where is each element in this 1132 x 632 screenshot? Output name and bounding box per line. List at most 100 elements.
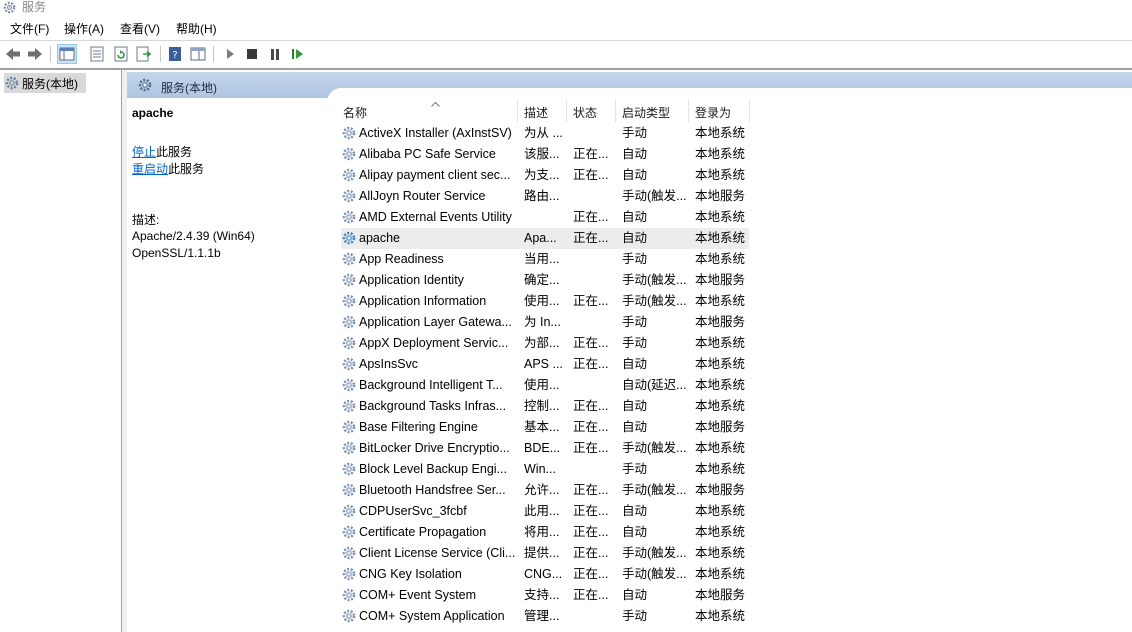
- service-row[interactable]: Alipay payment client sec... 为支... 正在... 自动…: [341, 165, 749, 186]
- service-row[interactable]: Application Information 使用... 正在... 手动(触发..…: [341, 291, 749, 312]
- refresh-icon[interactable]: [112, 45, 130, 63]
- service-status-cell: 正在...: [573, 525, 609, 539]
- service-name-cell: ActiveX Installer (AxInstSV): [359, 126, 512, 140]
- show-hide-icon[interactable]: [189, 45, 207, 63]
- service-status-cell: 正在...: [573, 168, 609, 182]
- menu-action[interactable]: 操作(A): [64, 22, 104, 36]
- service-startup-type-cell: 手动: [622, 126, 648, 140]
- service-startup-type-cell: 自动: [622, 147, 648, 161]
- service-status-cell: 正在...: [573, 546, 609, 560]
- service-name-cell: Block Level Backup Engi...: [359, 462, 507, 476]
- service-startup-type-cell: 手动(触发...: [622, 483, 687, 497]
- service-log-on-as-cell: 本地系统: [695, 546, 746, 560]
- service-row[interactable]: Base Filtering Engine 基本... 正在... 自动 本地服务: [341, 417, 749, 438]
- service-log-on-as-cell: 本地系统: [695, 336, 746, 350]
- column-header-status[interactable]: 状态: [567, 98, 615, 122]
- service-startup-type-cell: 手动(触发...: [622, 567, 687, 581]
- service-row[interactable]: Alibaba PC Safe Service 该服... 正在... 自动 本地系统: [341, 144, 749, 165]
- service-status-cell: 正在...: [573, 147, 609, 161]
- service-log-on-as-cell: 本地系统: [695, 441, 746, 455]
- service-status-cell: 正在...: [573, 210, 609, 224]
- help-icon[interactable]: ?: [166, 45, 184, 63]
- stop-service-link[interactable]: 停止: [132, 145, 156, 159]
- service-row[interactable]: ActiveX Installer (AxInstSV) 为从 ... 手动 本地系统: [341, 123, 749, 144]
- service-startup-type-cell: 手动(触发...: [622, 546, 687, 560]
- service-name-cell: Alipay payment client sec...: [359, 168, 511, 182]
- service-row[interactable]: COM+ Event System 支持... 正在... 自动 本地服务: [341, 585, 749, 606]
- service-gear-icon: [341, 146, 357, 162]
- menu-view[interactable]: 查看(V): [120, 22, 160, 36]
- title-bar: 服务: [0, 0, 1132, 17]
- service-description-cell: 为支...: [524, 168, 560, 182]
- service-log-on-as-cell: 本地系统: [695, 525, 746, 539]
- service-row[interactable]: Background Intelligent T... 使用... 自动(延迟...…: [341, 375, 749, 396]
- pause-icon[interactable]: [266, 45, 284, 63]
- start-icon[interactable]: [221, 45, 239, 63]
- service-log-on-as-cell: 本地服务: [695, 189, 746, 203]
- service-row[interactable]: BitLocker Drive Encryptio... BDE... 正在... 手…: [341, 438, 749, 459]
- service-row[interactable]: COM+ System Application 管理... 手动 本地系统: [341, 606, 749, 627]
- service-log-on-as-cell: 本地系统: [695, 294, 746, 308]
- column-header-name[interactable]: 名称: [337, 98, 517, 122]
- forward-arrow-icon[interactable]: [26, 45, 44, 63]
- service-row[interactable]: AMD External Events Utility 正在... 自动 本地系统: [341, 207, 749, 228]
- service-status-cell: 正在...: [573, 588, 609, 602]
- toolbar-separator: [50, 46, 51, 62]
- service-name-cell: Application Layer Gatewa...: [359, 315, 512, 329]
- back-arrow-icon[interactable]: [4, 45, 22, 63]
- service-status-cell: 正在...: [573, 504, 609, 518]
- service-name-cell: AppX Deployment Servic...: [359, 336, 509, 350]
- service-row[interactable]: App Readiness 当用... 手动 本地系统: [341, 249, 749, 270]
- service-description-cell: 确定...: [524, 273, 560, 287]
- service-row[interactable]: Bluetooth Handsfree Ser... 允许... 正在... 手动(触…: [341, 480, 749, 501]
- column-header-log-on-as[interactable]: 登录为: [689, 98, 749, 122]
- services-gear-icon: [5, 76, 19, 90]
- service-description-cell: 使用...: [524, 294, 560, 308]
- stop-icon[interactable]: [243, 45, 261, 63]
- column-header-description[interactable]: 描述: [518, 98, 566, 122]
- menu-file[interactable]: 文件(F): [10, 22, 49, 36]
- service-row[interactable]: Client License Service (Cli... 提供... 正在...…: [341, 543, 749, 564]
- service-name-cell: Application Identity: [359, 273, 464, 287]
- service-description-cell: 为 In...: [524, 315, 561, 329]
- service-name-cell: CDPUserSvc_3fcbf: [359, 504, 467, 518]
- column-divider[interactable]: [749, 100, 750, 122]
- service-startup-type-cell: 手动: [622, 462, 648, 476]
- properties-icon[interactable]: [88, 45, 106, 63]
- service-startup-type-cell: 手动: [622, 609, 648, 623]
- service-row[interactable]: apache Apa... 正在... 自动 本地系统: [341, 228, 749, 249]
- service-log-on-as-cell: 本地系统: [695, 567, 746, 581]
- service-status-cell: 正在...: [573, 441, 609, 455]
- column-header-startup-type[interactable]: 启动类型: [616, 98, 688, 122]
- service-row[interactable]: Block Level Backup Engi... Win... 手动 本地系统: [341, 459, 749, 480]
- service-row[interactable]: Certificate Propagation 将用... 正在... 自动 本地系统: [341, 522, 749, 543]
- service-gear-icon: [341, 188, 357, 204]
- service-row[interactable]: AllJoyn Router Service 路由... 手动(触发... 本地服务: [341, 186, 749, 207]
- restart-icon[interactable]: [289, 45, 307, 63]
- restart-service-line: 重启动此服务: [132, 160, 204, 177]
- service-row[interactable]: Background Tasks Infras... 控制... 正在... 自动 本地…: [341, 396, 749, 417]
- service-row[interactable]: CNG Key Isolation CNG... 正在... 手动(触发... 本地系统: [341, 564, 749, 585]
- service-row[interactable]: Application Layer Gatewa... 为 In... 手动 本地服务: [341, 312, 749, 333]
- restart-service-link[interactable]: 重启动: [132, 162, 168, 176]
- service-row[interactable]: ApsInsSvc APS ... 正在... 自动 本地系统: [341, 354, 749, 375]
- menu-help[interactable]: 帮助(H): [176, 22, 217, 36]
- service-description-cell: BDE...: [524, 441, 561, 455]
- service-row[interactable]: CDPUserSvc_3fcbf 此用... 正在... 自动 本地系统: [341, 501, 749, 522]
- tree-item-services-local[interactable]: 服务(本地): [4, 73, 86, 93]
- column-label: 名称: [343, 106, 368, 120]
- service-log-on-as-cell: 本地系统: [695, 126, 746, 140]
- service-row[interactable]: Application Identity 确定... 手动(触发... 本地服务: [341, 270, 749, 291]
- console-tree-icon[interactable]: [57, 44, 77, 64]
- service-description-cell: 使用...: [524, 378, 560, 392]
- service-log-on-as-cell: 本地系统: [695, 357, 746, 371]
- service-name-cell: Base Filtering Engine: [359, 420, 478, 434]
- service-gear-icon: [341, 440, 357, 456]
- service-gear-icon: [341, 125, 357, 141]
- service-startup-type-cell: 手动: [622, 315, 648, 329]
- description-line: Apache/2.4.39 (Win64): [132, 229, 255, 243]
- service-row[interactable]: AppX Deployment Servic... 为部... 正在... 手动 本地系…: [341, 333, 749, 354]
- toolbar: ?: [0, 42, 1132, 66]
- stop-service-line: 停止此服务: [132, 143, 192, 160]
- export-list-icon[interactable]: [135, 45, 153, 63]
